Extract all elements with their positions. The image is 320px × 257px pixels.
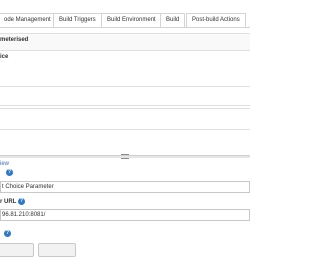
- parameterised-section: [0, 33, 250, 51]
- view-link[interactable]: iew: [0, 161, 9, 167]
- tab-build-triggers[interactable]: Build Triggers: [53, 13, 102, 27]
- help-icon[interactable]: ?: [18, 198, 25, 205]
- config-row: [0, 86, 250, 106]
- resize-grip-icon[interactable]: [121, 154, 129, 159]
- url-value: 96.81.210:8081/: [2, 212, 46, 218]
- tab-source-code-management[interactable]: ode Management: [0, 13, 57, 27]
- choice-type-value: t Choice Parameter: [2, 184, 54, 190]
- action-button[interactable]: [0, 243, 34, 257]
- help-icon[interactable]: ?: [4, 230, 11, 237]
- tab-build[interactable]: Build: [160, 13, 186, 27]
- tab-post-build-actions[interactable]: Post-build Actions: [186, 13, 246, 27]
- config-tabs: ode Management Build Triggers Build Envi…: [0, 11, 250, 28]
- tab-build-environment[interactable]: Build Environment: [101, 13, 162, 27]
- url-label: r URL: [0, 199, 17, 205]
- parameterised-heading: meterised: [0, 37, 29, 43]
- action-button[interactable]: [38, 243, 76, 257]
- help-icon[interactable]: ?: [6, 169, 13, 176]
- config-row: [0, 108, 250, 130]
- parameter-subheading: ice: [0, 54, 9, 60]
